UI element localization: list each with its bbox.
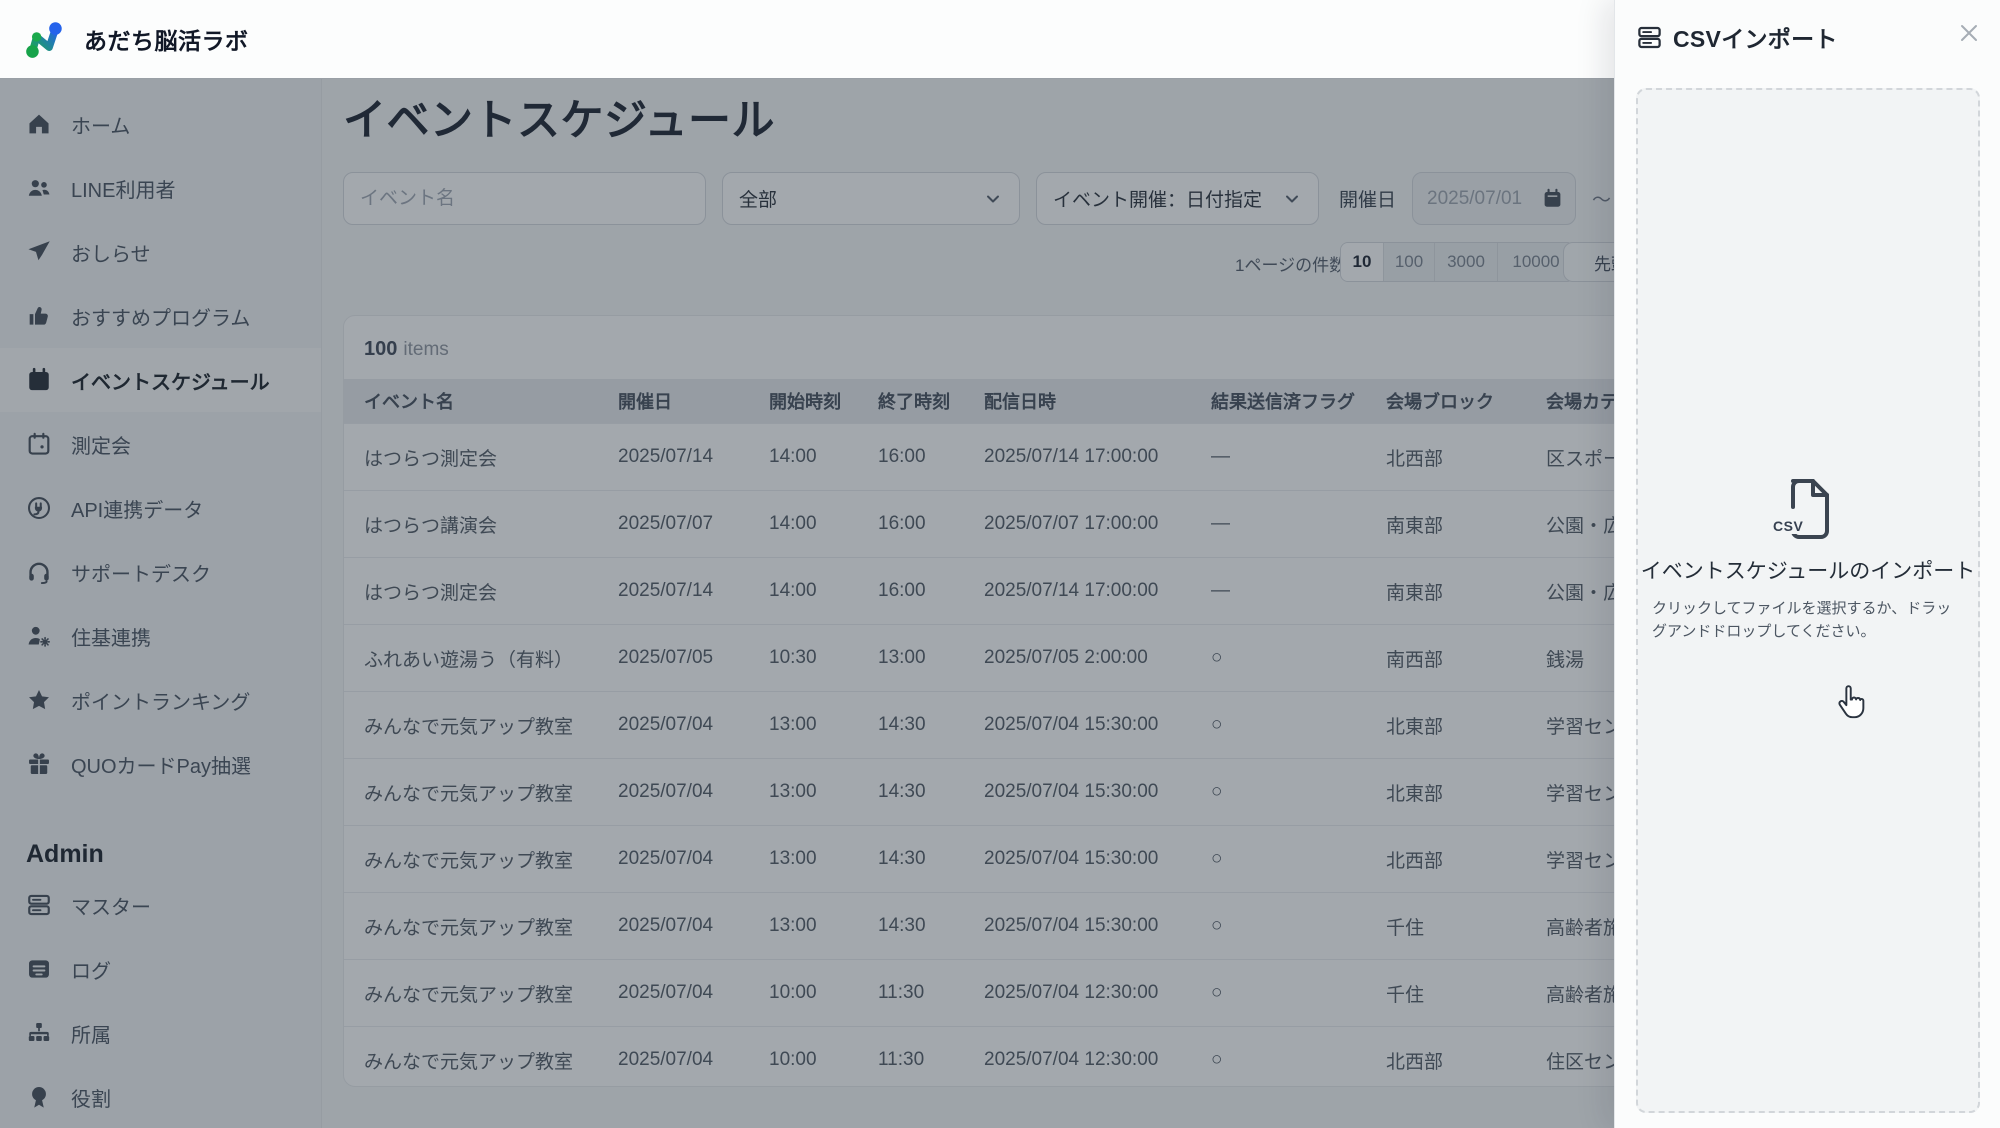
csv-file-type-label: CSV — [1771, 517, 1806, 534]
csv-import-drawer: CSVインポート CSV イベントスケジュールのインポート クリックしてファイル… — [1614, 0, 2000, 1128]
csv-import-icon — [1636, 24, 1663, 51]
close-icon[interactable] — [1954, 18, 1984, 48]
app-root: あだち脳活ラボ ホーム LINE利用者 おしらせ おすすめプログラム イベントスケジュー… — [0, 0, 2000, 1128]
dropzone-title: イベントスケジュールのインポート — [1640, 559, 1976, 583]
drawer-header: CSVインポート — [1636, 20, 1838, 54]
drawer-title: CSVインポート — [1673, 26, 1838, 52]
cursor-pointer-icon — [1835, 685, 1865, 724]
app-title: あだち脳活ラボ — [84, 28, 249, 54]
dropzone-description: クリックしてファイルを選択するか、ドラッグアンドドロップしてください。 — [1652, 599, 1952, 640]
csv-file-icon: CSV — [1771, 477, 1837, 541]
brand-logo-icon — [26, 22, 62, 58]
csv-dropzone[interactable]: CSV イベントスケジュールのインポート クリックしてファイルを選択するか、ドラ… — [1636, 88, 1980, 1113]
